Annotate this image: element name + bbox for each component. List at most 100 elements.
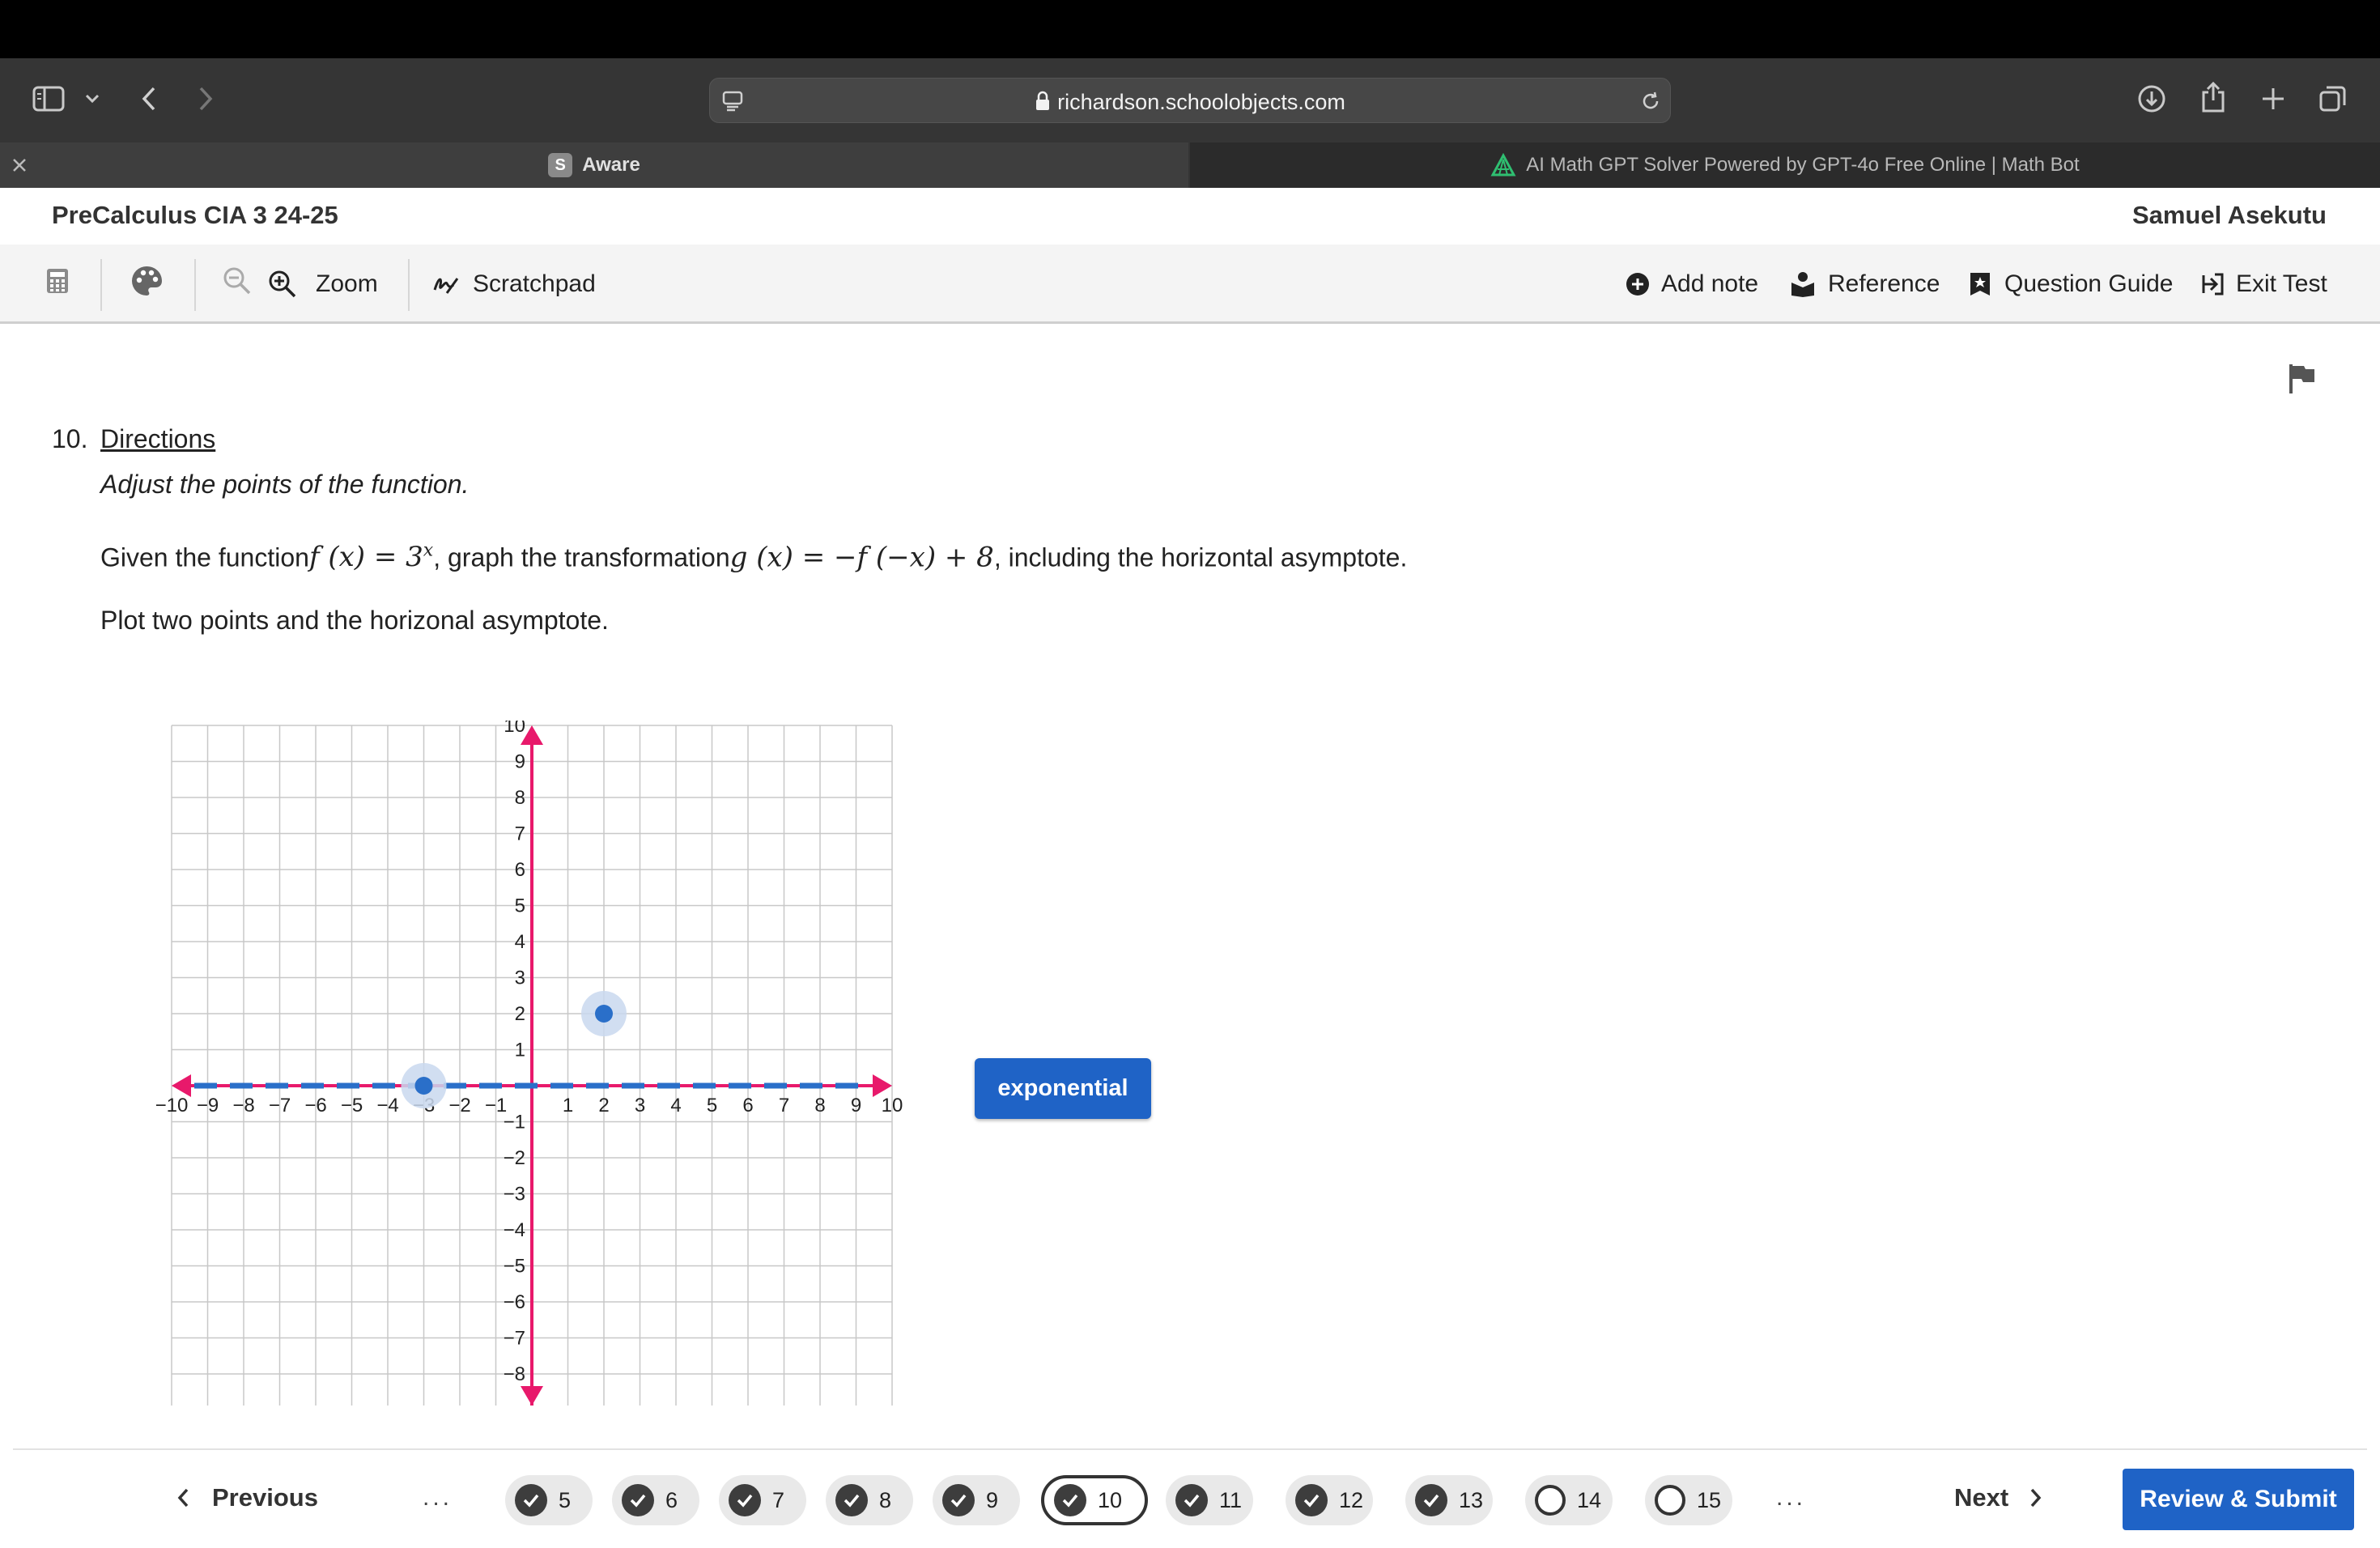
add-note-button[interactable]: Add note bbox=[1626, 245, 1758, 324]
toolbar-divider bbox=[408, 259, 410, 311]
calculator-button[interactable] bbox=[45, 245, 70, 324]
url-row: richardson.schoolobjects.com bbox=[710, 90, 1670, 117]
x-tick-label: −6 bbox=[304, 1095, 326, 1116]
x-tick-label: 9 bbox=[851, 1095, 861, 1116]
question-pill-13[interactable]: 13 bbox=[1405, 1475, 1493, 1525]
graph-point[interactable] bbox=[595, 1005, 613, 1023]
graph-point[interactable] bbox=[414, 1077, 433, 1095]
review-submit-button[interactable]: Review & Submit bbox=[2123, 1469, 2354, 1530]
x-tick-label: −2 bbox=[448, 1095, 470, 1116]
question-pill-12[interactable]: 12 bbox=[1286, 1475, 1373, 1525]
add-note-label: Add note bbox=[1661, 270, 1759, 297]
zoom-out-icon bbox=[222, 266, 253, 303]
scratchpad-label: Scratchpad bbox=[473, 270, 596, 297]
reference-label: Reference bbox=[1828, 270, 1940, 297]
y-tick-label: 10 bbox=[504, 721, 525, 737]
y-tick-label: 5 bbox=[515, 895, 525, 917]
question-pill-5[interactable]: 5 bbox=[505, 1475, 593, 1525]
calculator-icon bbox=[45, 267, 70, 301]
reload-icon[interactable] bbox=[1636, 87, 1665, 116]
x-tick-label: 3 bbox=[635, 1095, 645, 1116]
y-tick-label: −8 bbox=[504, 1363, 525, 1385]
question-pill-label: 6 bbox=[665, 1487, 678, 1512]
y-tick-label: −2 bbox=[504, 1147, 525, 1169]
book-reader-icon bbox=[1791, 271, 1815, 297]
chevron-right-icon bbox=[2029, 1487, 2042, 1508]
question-pill-label: 11 bbox=[1219, 1487, 1243, 1512]
scratchpad-icon bbox=[432, 272, 460, 296]
question-pill-label: 14 bbox=[1577, 1487, 1602, 1512]
address-bar[interactable]: richardson.schoolobjects.com bbox=[709, 78, 1671, 123]
guide-bookmark-icon bbox=[1969, 271, 1991, 297]
question-guide-button[interactable]: Question Guide bbox=[1969, 245, 2173, 324]
plus-circle-icon bbox=[1626, 272, 1650, 296]
share-icon[interactable] bbox=[2195, 78, 2231, 117]
question-pill-15[interactable]: 15 bbox=[1645, 1475, 1732, 1525]
zoom-out-button[interactable] bbox=[222, 245, 253, 324]
directions-link[interactable]: Directions bbox=[100, 424, 215, 454]
y-tick-label: 8 bbox=[515, 787, 525, 809]
question-pill-label: 8 bbox=[879, 1487, 892, 1512]
check-circle-icon bbox=[1295, 1484, 1328, 1516]
check-circle-icon bbox=[1175, 1484, 1208, 1516]
empty-circle-icon bbox=[1535, 1485, 1566, 1516]
palette-icon bbox=[130, 264, 164, 304]
question-pill-label: 10 bbox=[1098, 1487, 1123, 1512]
x-tick-label: 8 bbox=[814, 1095, 825, 1116]
check-circle-icon bbox=[835, 1484, 868, 1516]
scratchpad-button[interactable]: Scratchpad bbox=[432, 245, 596, 324]
x-tick-label: 1 bbox=[563, 1095, 573, 1116]
user-name: Samuel Asekutu bbox=[2131, 201, 2327, 229]
previous-button[interactable]: Previous bbox=[176, 1477, 318, 1519]
next-button[interactable]: Next bbox=[1954, 1477, 2042, 1519]
screen-top-bar bbox=[0, 0, 2380, 58]
back-icon[interactable] bbox=[133, 81, 165, 117]
zoom-in-button[interactable]: Zoom bbox=[267, 245, 378, 324]
check-circle-icon bbox=[729, 1484, 761, 1516]
prompt-middle: , graph the transformation bbox=[433, 542, 730, 572]
chevron-down-icon[interactable] bbox=[81, 87, 104, 110]
exit-test-label: Exit Test bbox=[2236, 270, 2327, 297]
question-pill-14[interactable]: 14 bbox=[1525, 1475, 1613, 1525]
download-icon[interactable] bbox=[2134, 81, 2170, 117]
question-pill-11[interactable]: 11 bbox=[1166, 1475, 1253, 1525]
exit-test-button[interactable]: Exit Test bbox=[2200, 245, 2327, 324]
coordinate-graph[interactable]: −10 −9 −8 −7 −6 −5 −4 −3 −2 −1 1 2 3 4 5 6 7 8 9 10 10 9 8 7 6 5 4… bbox=[146, 721, 923, 1449]
question-pill-10[interactable]: 10 bbox=[1041, 1475, 1148, 1525]
question-pill-label: 15 bbox=[1697, 1487, 1722, 1512]
new-tab-icon[interactable] bbox=[2255, 81, 2291, 117]
reference-button[interactable]: Reference bbox=[1791, 245, 1940, 324]
question-pill-7[interactable]: 7 bbox=[719, 1475, 806, 1525]
flag-icon[interactable] bbox=[2288, 363, 2317, 399]
x-tick-label: 6 bbox=[742, 1095, 753, 1116]
function-type-button[interactable]: exponential bbox=[975, 1058, 1151, 1119]
question-pill-6[interactable]: 6 bbox=[612, 1475, 699, 1525]
question-pill-8[interactable]: 8 bbox=[826, 1475, 913, 1525]
app-header bbox=[0, 188, 2380, 245]
y-tick-label: 1 bbox=[515, 1040, 525, 1061]
y-tick-label: 7 bbox=[515, 823, 525, 845]
prompt-suffix: , including the horizontal asymptote. bbox=[993, 542, 1408, 572]
toolbar-divider bbox=[194, 259, 196, 311]
tab-overview-icon[interactable] bbox=[2315, 81, 2351, 117]
check-circle-icon bbox=[515, 1484, 547, 1516]
color-button[interactable] bbox=[130, 245, 164, 324]
tab-aware[interactable]: S Aware bbox=[0, 142, 1188, 188]
sidebar-icon[interactable] bbox=[29, 81, 68, 117]
chevron-left-icon bbox=[176, 1487, 189, 1508]
close-icon[interactable] bbox=[8, 154, 31, 176]
empty-circle-icon bbox=[1655, 1485, 1685, 1516]
forward-icon[interactable] bbox=[189, 81, 222, 117]
tab-math-bot[interactable]: AI Math GPT Solver Powered by GPT-4o Fre… bbox=[1190, 142, 2380, 188]
y-tick-label: −3 bbox=[504, 1184, 525, 1206]
x-tick-label: 5 bbox=[707, 1095, 717, 1116]
check-circle-icon bbox=[1415, 1484, 1447, 1516]
tab-label: Aware bbox=[582, 154, 640, 176]
question-pill-label: 7 bbox=[772, 1487, 785, 1512]
question-prompt: Given the functionf (x) = 3x, graph the … bbox=[100, 541, 1407, 573]
x-tick-label: 2 bbox=[598, 1095, 609, 1116]
x-tick-label: 4 bbox=[670, 1095, 681, 1116]
y-tick-label: −1 bbox=[504, 1112, 525, 1133]
question-pill-9[interactable]: 9 bbox=[933, 1475, 1020, 1525]
tab-label: AI Math GPT Solver Powered by GPT-4o Fre… bbox=[1526, 154, 2080, 176]
